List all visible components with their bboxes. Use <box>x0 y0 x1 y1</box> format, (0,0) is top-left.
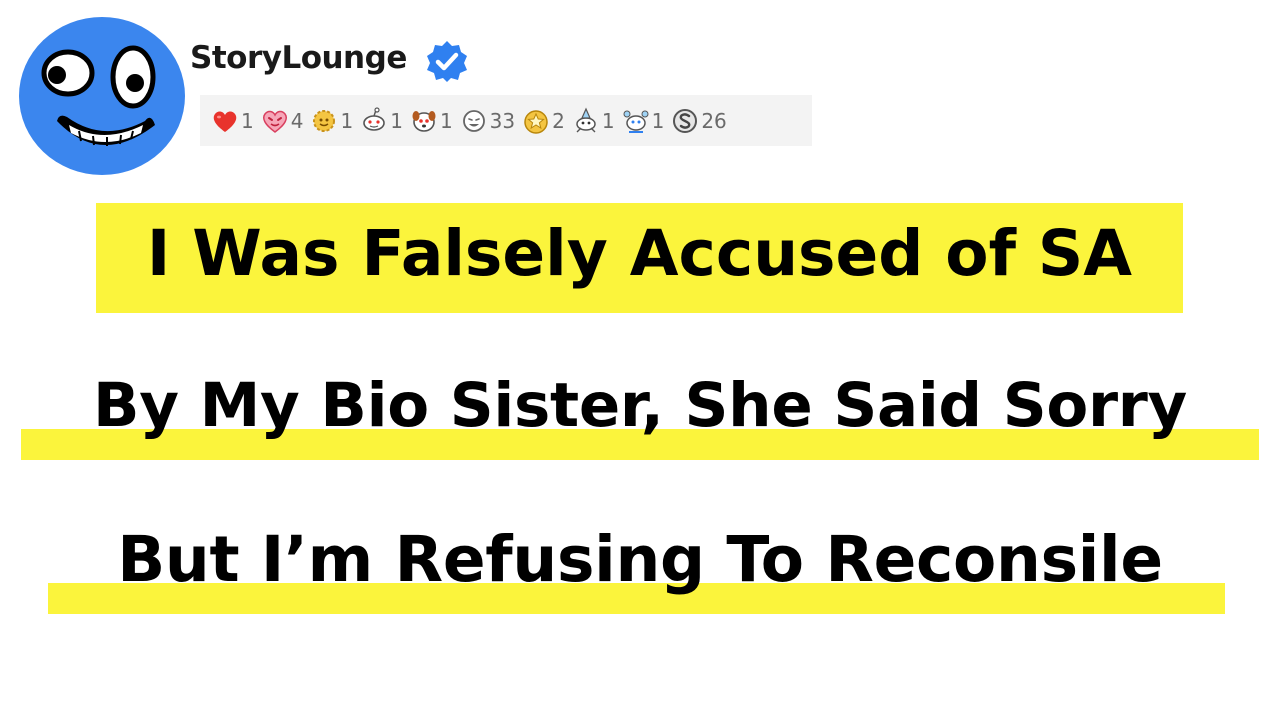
award-item[interactable]: 2 <box>521 106 565 136</box>
award-count: 1 <box>340 108 354 133</box>
avatar[interactable] <box>19 17 185 175</box>
award-count: 33 <box>489 108 516 133</box>
award-item[interactable]: 1 <box>210 106 254 136</box>
award-count: 1 <box>241 108 254 133</box>
headline-line-1: I Was Falsely Accused of SA <box>146 217 1133 290</box>
award-count: 1 <box>439 108 453 133</box>
laugh-award-icon <box>462 109 485 132</box>
award-item[interactable]: 1 <box>309 106 353 136</box>
award-item[interactable]: 26 <box>670 106 727 136</box>
award-item[interactable]: 1 <box>571 106 615 136</box>
heart-award-icon <box>213 110 237 132</box>
award-count: 26 <box>701 108 727 133</box>
award-item[interactable]: 1 <box>621 106 665 136</box>
award-count: 1 <box>601 108 615 133</box>
awards-bar: 1 4 1 1 1 33 2 1 1 26 <box>200 95 812 146</box>
channel-name[interactable]: StoryLounge <box>190 38 407 78</box>
party-snoo-award-icon <box>576 107 596 132</box>
puppy-award-icon <box>412 110 436 132</box>
snoo-award-icon <box>363 106 386 131</box>
award-item[interactable]: 1 <box>409 106 453 136</box>
award-item[interactable]: 4 <box>260 106 304 136</box>
award-count: 1 <box>651 108 665 133</box>
sun-award-icon <box>313 109 336 132</box>
heart-eyes-award-icon <box>262 110 287 133</box>
award-item[interactable]: 1 <box>359 106 403 136</box>
award-item[interactable]: 33 <box>459 106 515 136</box>
award-count: 1 <box>390 108 403 133</box>
headline-line-2: By My Bio Sister, She Said Sorry <box>93 370 1187 441</box>
silver-award-icon <box>673 108 698 133</box>
headline-line-3: But I’m Refusing To Reconsile <box>117 523 1163 596</box>
star-award-icon <box>524 109 548 134</box>
cheer-snoo-award-icon <box>623 110 649 133</box>
award-count: 4 <box>290 108 304 133</box>
verified-badge-icon <box>427 41 467 82</box>
award-count: 2 <box>552 108 565 133</box>
